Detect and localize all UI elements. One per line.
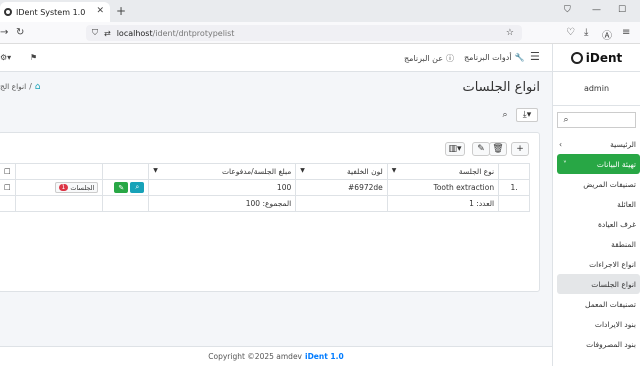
pocket-icon[interactable]: ♡	[566, 27, 575, 38]
footer-brand[interactable]: iDent 1.0	[305, 352, 344, 361]
shield-icon: ⛉	[92, 28, 98, 37]
url-bar[interactable]: ⛉ ⇄ localhost/ident/dntprotypelist ☆	[86, 25, 522, 41]
sessions-cell: 1 الجلسات	[14, 179, 104, 196]
brand-logo-icon	[570, 51, 583, 64]
url-host: localhost	[116, 28, 153, 38]
breadcrumb-current[interactable]: انواع الج	[0, 82, 26, 92]
index-column-header	[498, 163, 530, 180]
sidebar-item-region[interactable]: المنطقة	[553, 234, 640, 254]
table-summary-row: المجموع: 100 العدد: 1	[0, 195, 530, 212]
shield-icon[interactable]: ⛉	[564, 5, 571, 15]
about-label: عن البرنامج	[404, 54, 444, 63]
sidebar-search[interactable]: ⌕	[557, 112, 636, 128]
hamburger-icon[interactable]: ☰	[530, 50, 540, 63]
count-label: العدد: 1	[386, 195, 500, 212]
actions-column-header	[102, 163, 150, 180]
table-header-row: ☐ ▼ مبلغ الجلسة/مدفوعات ▼ لون الخلفية ▼ نوع…	[0, 163, 530, 180]
table-row[interactable]: ☐ 1 الجلسات ✎ ⌕ 100 #6972de Tooth extrac…	[0, 179, 530, 196]
sidebar-item-patient-categories[interactable]: تصنيفات المريض	[553, 174, 640, 194]
index-cell: 1.	[498, 179, 530, 196]
sidebar-item-lab-categories[interactable]: تصنيفات المعمل	[553, 294, 640, 314]
view-row-icon[interactable]: ⌕	[130, 182, 145, 193]
about-menu[interactable]: عن البرنامج ⓘ	[404, 53, 454, 64]
search-icon[interactable]: ⌕	[558, 113, 574, 127]
brand[interactable]: iDent	[553, 44, 640, 72]
new-tab-icon[interactable]: +	[116, 4, 126, 18]
chevron-down-icon: ˅	[563, 159, 567, 169]
app-header: ⚙▾ ⚑ عن البرنامج ⓘ أدوات البرنامج 🔧 ☰	[0, 44, 552, 72]
sidebar-item-session-types[interactable]: انواع الجلسات	[557, 274, 640, 294]
browser-tabbar: IDent System 1.0 ✕ + ⛉ — ☐	[0, 0, 640, 22]
footer: Copyright ©2025 amdev iDent 1.0	[0, 346, 552, 366]
breadcrumb: انواع الج / ⌂	[0, 82, 41, 92]
browser-navbar: → ↻ ⛉ ⇄ localhost/ident/dntprotypelist ☆…	[0, 22, 640, 44]
wrench-icon: 🔧	[514, 53, 525, 62]
close-icon[interactable]: ✕	[96, 6, 104, 16]
sessions-button[interactable]: 1 الجلسات	[54, 182, 99, 193]
reload-icon[interactable]: ↻	[16, 27, 24, 38]
filter-caret-icon[interactable]: ▼	[300, 167, 305, 176]
maximize-icon[interactable]: ☐	[618, 5, 626, 15]
chevron-left-icon: ‹	[559, 139, 562, 149]
tracking-icon: ⇄	[104, 28, 111, 38]
delete-icon[interactable]: 🗑	[489, 142, 507, 156]
page-title: انواع الجلسات	[462, 80, 540, 95]
select-all-checkbox[interactable]: ☐	[0, 163, 16, 180]
main-content: انواع الجلسات انواع الج / ⌂ ⌕ ⤓▾ ▥▾ ✎ 🗑 …	[0, 72, 552, 346]
column-header-type[interactable]: ▼ نوع الجلسة	[386, 163, 500, 180]
sessions-column-header	[14, 163, 104, 180]
search-icon[interactable]: ⌕	[498, 108, 512, 122]
extensions-icon[interactable]: ≡	[622, 27, 630, 38]
add-icon[interactable]: +	[511, 142, 529, 156]
filter-caret-icon[interactable]: ▼	[392, 167, 397, 176]
tools-menu[interactable]: أدوات البرنامج 🔧	[464, 53, 525, 62]
amount-cell: 100	[148, 179, 297, 196]
sessions-count-badge: 1	[58, 184, 69, 191]
filter-caret-icon[interactable]: ▼	[153, 167, 158, 176]
info-icon: ⓘ	[446, 54, 455, 63]
footer-copyright: Copyright ©2025 amdev	[208, 352, 302, 361]
column-header-amount[interactable]: ▼ مبلغ الجلسة/مدفوعات	[148, 163, 297, 180]
sidebar-item-clinic-rooms[interactable]: غرف العيادة	[553, 214, 640, 234]
download-icon[interactable]: ⤓	[584, 27, 588, 38]
flag-icon[interactable]: ⚑	[30, 53, 37, 62]
bookmark-star-icon[interactable]: ☆	[506, 28, 514, 38]
column-header-color[interactable]: ▼ لون الخلفية	[295, 163, 388, 180]
sidebar-item-procedure-types[interactable]: انواع الاجراءات	[553, 254, 640, 274]
sidebar-item-revenue-items[interactable]: بنود الايرادات	[553, 314, 640, 334]
edit-icon[interactable]: ✎	[472, 142, 490, 156]
url-path: /ident/dntprotypelist	[152, 28, 235, 38]
forward-icon[interactable]: →	[0, 27, 8, 38]
data-card: ▥▾ ✎ 🗑 + ☐ ▼ مبلغ الجلسة/مدفوعات ▼ لون الخ…	[0, 132, 540, 292]
session-types-table: ☐ ▼ مبلغ الجلسة/مدفوعات ▼ لون الخلفية ▼ نوع…	[0, 163, 530, 212]
home-icon[interactable]: ⌂	[35, 82, 41, 92]
brand-name: iDent	[585, 50, 623, 65]
edit-row-icon[interactable]: ✎	[114, 182, 129, 193]
row-checkbox[interactable]: ☐	[0, 179, 16, 196]
color-cell: #6972de	[295, 179, 388, 196]
sidebar: iDent admin ⌕ ‹ الرئيسية ˅ تهيئة البيانا…	[552, 44, 640, 366]
sidebar-item-expense-items[interactable]: بنود المصروفات	[553, 334, 640, 354]
sidebar-item-data-setup[interactable]: ˅ تهيئة البيانات	[557, 154, 640, 174]
type-cell: Tooth extraction	[386, 179, 500, 196]
app-logo-icon	[4, 8, 12, 16]
tools-label: أدوات البرنامج	[464, 53, 512, 62]
user-name[interactable]: admin	[553, 72, 640, 106]
browser-tab[interactable]: IDent System 1.0 ✕	[0, 2, 110, 22]
settings-icon[interactable]: ⚙▾	[0, 53, 11, 62]
minimize-icon[interactable]: —	[592, 5, 601, 15]
sidebar-item-family[interactable]: العائلة	[553, 194, 640, 214]
sum-label: المجموع: 100	[148, 195, 297, 212]
tab-title: IDent System 1.0	[16, 7, 86, 17]
column-chooser-button[interactable]: ▥▾	[445, 142, 465, 156]
account-icon[interactable]: Ⓐ	[602, 27, 612, 42]
sidebar-item-home[interactable]: ‹ الرئيسية	[553, 134, 640, 154]
export-dropdown[interactable]: ⤓▾	[516, 108, 538, 122]
actions-cell: ✎ ⌕	[102, 179, 150, 196]
